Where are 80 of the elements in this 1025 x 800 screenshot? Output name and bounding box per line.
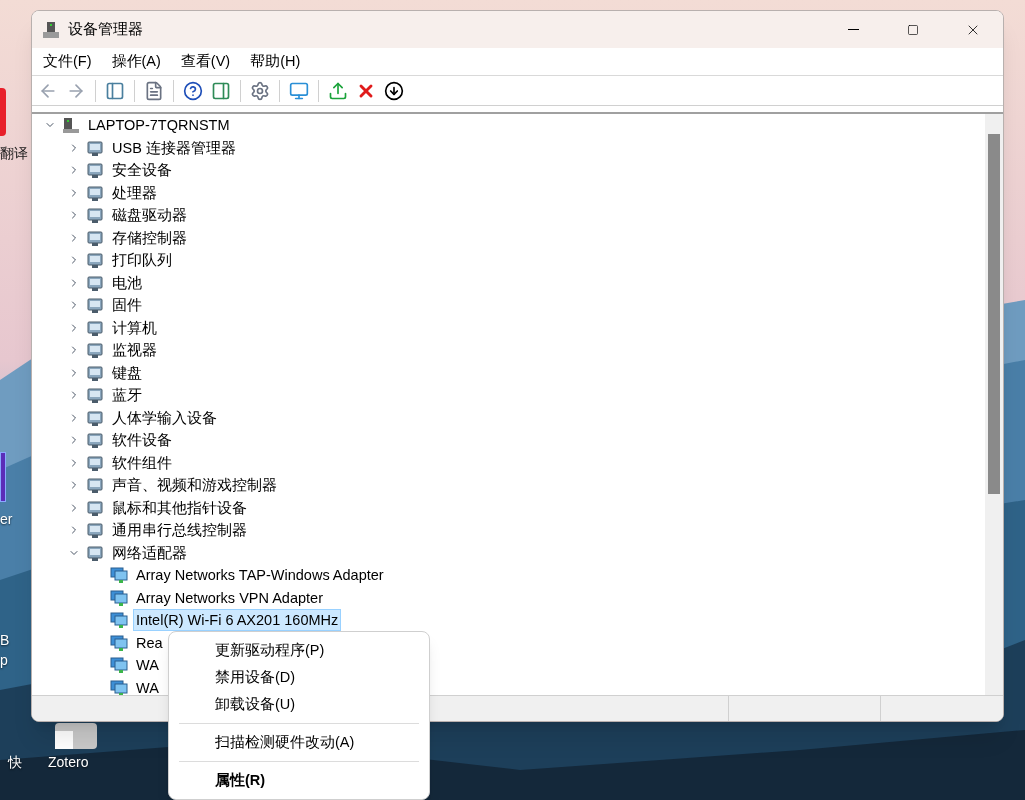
minimize-icon (847, 29, 859, 30)
context-menu-item[interactable]: 属性(R) (169, 767, 429, 794)
monitor-icon[interactable] (289, 80, 309, 101)
tree-item[interactable]: 软件组件 (110, 452, 174, 473)
window-title: 设备管理器 (68, 19, 143, 39)
action-pane-icon[interactable] (211, 80, 231, 101)
device-icon (86, 251, 104, 270)
tree-item[interactable]: 计算机 (110, 317, 159, 338)
computer-icon (62, 116, 80, 135)
device-icon (86, 431, 104, 450)
device-icon (86, 318, 104, 337)
desktop-icon-label[interactable]: p (0, 653, 8, 667)
tree-item[interactable]: 监视器 (110, 340, 159, 361)
network-adapter-icon (110, 656, 128, 675)
device-icon (86, 296, 104, 315)
tree-item[interactable]: USB 连接器管理器 (110, 137, 238, 158)
tree-item[interactable]: LAPTOP-7TQRNSTM (86, 115, 232, 136)
upload-icon[interactable] (328, 80, 348, 101)
desktop-icon-label[interactable]: Zotero (48, 755, 89, 769)
tree-item[interactable]: Array Networks VPN Adapter (134, 587, 325, 608)
maximize-icon (907, 23, 919, 36)
tree-item[interactable]: Rea (134, 632, 165, 653)
tree-item[interactable]: 声音、视频和游戏控制器 (110, 475, 279, 496)
tree-item[interactable]: 固件 (110, 295, 144, 316)
context-menu-item[interactable]: 更新驱动程序(P) (169, 637, 429, 664)
device-icon (86, 138, 104, 157)
desktop-icon-label[interactable]: er (0, 512, 13, 526)
tree-item[interactable]: 电池 (110, 272, 144, 293)
tree-item[interactable]: 安全设备 (110, 160, 174, 181)
device-icon (86, 521, 104, 540)
help-icon[interactable] (183, 80, 203, 101)
device-icon (86, 543, 104, 562)
tree-item[interactable]: WA (134, 677, 161, 695)
network-adapter-icon (110, 678, 128, 695)
desktop-icon-label[interactable]: 快 (8, 755, 22, 769)
tree-item[interactable]: 存储控制器 (110, 227, 189, 248)
network-adapter-icon (110, 611, 128, 630)
context-menu-item[interactable]: 扫描检测硬件改动(A) (169, 729, 429, 756)
tree-item[interactable]: 鼠标和其他指针设备 (110, 497, 249, 518)
console-tree-icon[interactable] (105, 80, 125, 101)
scrollbar[interactable] (985, 114, 1003, 695)
device-icon (86, 363, 104, 382)
tree-item[interactable]: 打印队列 (110, 250, 174, 271)
menu-item[interactable]: 文件(F) (36, 50, 99, 73)
device-icon (86, 183, 104, 202)
menu-item[interactable]: 操作(A) (104, 50, 168, 73)
network-adapter-icon (110, 633, 128, 652)
device-icon (86, 273, 104, 292)
gear-icon[interactable] (250, 80, 270, 101)
device-icon (86, 161, 104, 180)
menu-item[interactable]: 帮助(H) (243, 50, 308, 73)
device-icon (86, 206, 104, 225)
properties-icon[interactable] (144, 80, 164, 101)
menu-item[interactable]: 查看(V) (173, 50, 238, 73)
tree-item[interactable]: Array Networks TAP-Windows Adapter (134, 565, 386, 586)
desktop-icon-label[interactable]: B (0, 633, 10, 647)
device-manager-icon (42, 20, 60, 39)
tree-item[interactable]: 键盘 (110, 362, 144, 383)
device-icon (86, 341, 104, 360)
context-menu-item[interactable]: 卸载设备(U) (169, 691, 429, 718)
network-adapter-icon (110, 566, 128, 585)
tree-item[interactable]: 网络适配器 (110, 542, 189, 563)
device-icon (86, 228, 104, 247)
tree-item[interactable]: 蓝牙 (110, 385, 144, 406)
desktop-icon-label[interactable]: 翻译 (0, 146, 28, 160)
tree-item[interactable]: Intel(R) Wi-Fi 6 AX201 160MHz (134, 610, 341, 631)
device-icon (86, 408, 104, 427)
scrollbar-thumb[interactable] (988, 134, 1000, 494)
network-adapter-icon (110, 588, 128, 607)
tree-item[interactable]: 磁盘驱动器 (110, 205, 189, 226)
tree-item[interactable]: 人体学输入设备 (110, 407, 219, 428)
context-menu-item[interactable]: 禁用设备(D) (169, 664, 429, 691)
device-icon (86, 453, 104, 472)
device-icon (86, 498, 104, 517)
tree-item[interactable]: 软件设备 (110, 430, 174, 451)
tree-item[interactable]: 通用串行总线控制器 (110, 520, 249, 541)
device-icon (86, 386, 104, 405)
tree-item[interactable]: 处理器 (110, 182, 159, 203)
tree-item[interactable]: WA (134, 655, 161, 676)
device-icon (86, 476, 104, 495)
